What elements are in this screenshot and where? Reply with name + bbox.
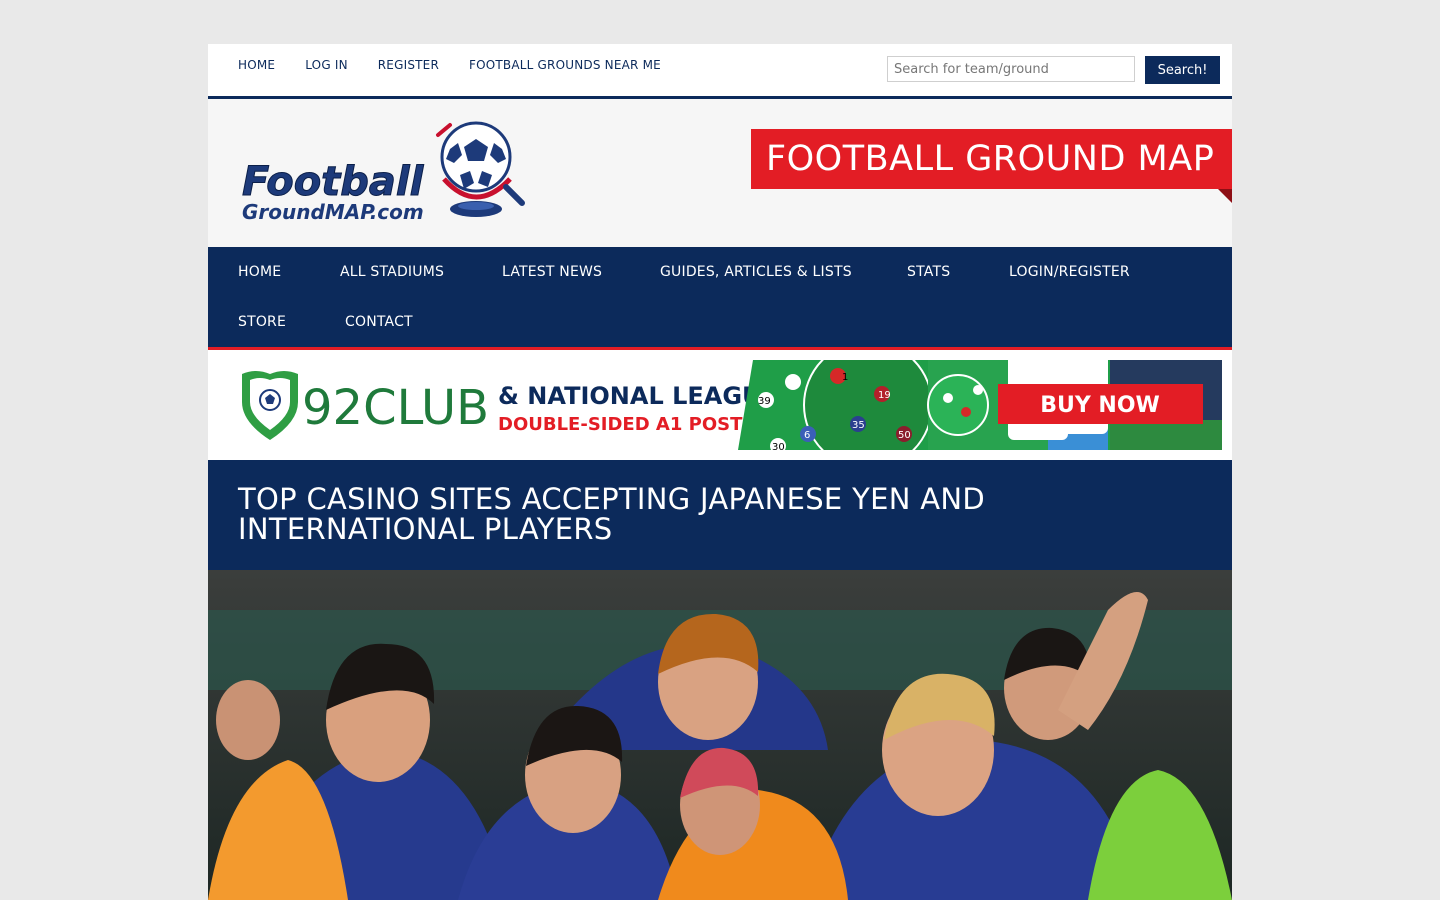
site-logo[interactable]: Football GroundMAP.com bbox=[238, 117, 528, 232]
nav-stats[interactable]: STATS bbox=[907, 264, 950, 280]
football-globe-icon bbox=[436, 121, 525, 217]
banner-pin-30: 30 bbox=[772, 442, 785, 450]
nav-home[interactable]: HOME bbox=[238, 264, 281, 280]
nav-all-stadiums[interactable]: ALL STADIUMS bbox=[340, 264, 444, 280]
banner-pin-6: 6 bbox=[804, 430, 810, 441]
search-input[interactable] bbox=[887, 56, 1135, 82]
logo-wordmark-bottom: GroundMAP.com bbox=[242, 200, 424, 224]
topnav-grounds-near-me-link[interactable]: FOOTBALL GROUNDS NEAR ME bbox=[469, 58, 661, 72]
buy-now-label: BUY NOW bbox=[1040, 393, 1160, 418]
banner-pin-19: 19 bbox=[878, 390, 891, 401]
site-title-banner: FOOTBALL GROUND MAP bbox=[751, 129, 1232, 189]
nav-latest-news[interactable]: LATEST NEWS bbox=[502, 264, 602, 280]
banner-headline: & NATIONAL LEAGUE bbox=[498, 382, 778, 410]
article-header: TOP CASINO SITES ACCEPTING JAPANESE YEN … bbox=[208, 460, 1232, 570]
title-ribbon-fold bbox=[1218, 189, 1232, 203]
page-container: HOME LOG IN REGISTER FOOTBALL GROUNDS NE… bbox=[208, 44, 1232, 900]
banner-pin-1: 1 bbox=[842, 372, 848, 383]
top-bar: HOME LOG IN REGISTER FOOTBALL GROUNDS NE… bbox=[208, 44, 1232, 99]
nav-contact[interactable]: CONTACT bbox=[345, 314, 413, 330]
site-header: Football GroundMAP.com FOOTBALL GROUND M… bbox=[208, 99, 1232, 247]
topnav-register-link[interactable]: REGISTER bbox=[378, 58, 439, 72]
top-nav: HOME LOG IN REGISTER FOOTBALL GROUNDS NE… bbox=[238, 58, 661, 72]
ad-banner[interactable]: 92CLUB & NATIONAL LEAGUE DOUBLE-SIDED A1… bbox=[218, 360, 1222, 450]
buy-now-button[interactable]: BUY NOW bbox=[998, 384, 1203, 424]
nav-login-register[interactable]: LOGIN/REGISTER bbox=[1009, 264, 1130, 280]
ad-banner-wrapper: 92CLUB & NATIONAL LEAGUE DOUBLE-SIDED A1… bbox=[208, 350, 1232, 460]
banner-pin-50: 50 bbox=[898, 430, 911, 441]
nav-guides-articles-lists[interactable]: GUIDES, ARTICLES & LISTS bbox=[660, 264, 852, 280]
nav-store[interactable]: STORE bbox=[238, 314, 286, 330]
banner-subline: DOUBLE-SIDED A1 POSTER bbox=[498, 414, 769, 435]
banner-pin-35: 35 bbox=[852, 420, 865, 431]
article-hero-image bbox=[208, 570, 1232, 900]
logo-wordmark-top: Football bbox=[242, 159, 425, 205]
banner-brand: 92CLUB bbox=[302, 380, 489, 436]
topnav-home-link[interactable]: HOME bbox=[238, 58, 275, 72]
article-title: TOP CASINO SITES ACCEPTING JAPANESE YEN … bbox=[238, 482, 985, 546]
banner-pin-39: 39 bbox=[758, 396, 771, 407]
topnav-login-link[interactable]: LOG IN bbox=[305, 58, 348, 72]
main-nav: HOME ALL STADIUMS LATEST NEWS GUIDES, AR… bbox=[208, 247, 1232, 350]
search-button[interactable]: Search! bbox=[1145, 56, 1220, 84]
